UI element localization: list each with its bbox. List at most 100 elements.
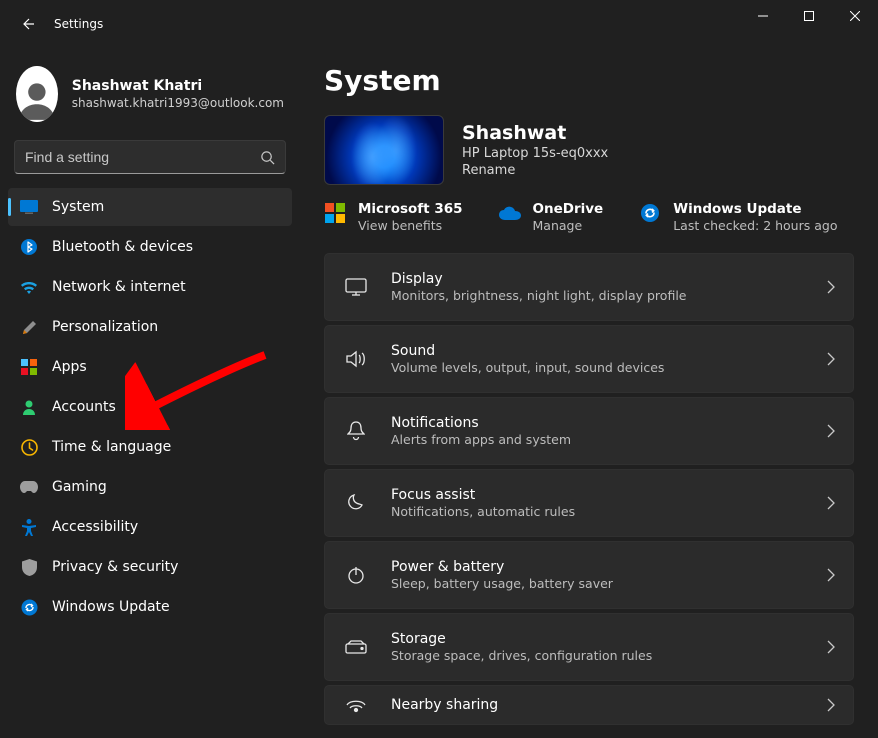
sidebar-item-label: Personalization: [52, 319, 158, 335]
row-title: Storage: [391, 631, 827, 647]
brush-icon: [20, 318, 38, 336]
sidebar-item-label: Accessibility: [52, 519, 138, 535]
settings-list: Display Monitors, brightness, night ligh…: [324, 253, 854, 725]
row-title: Power & battery: [391, 559, 827, 575]
gamepad-icon: [20, 478, 38, 496]
moon-icon: [343, 490, 369, 516]
row-power-battery[interactable]: Power & battery Sleep, battery usage, ba…: [324, 541, 854, 609]
sidebar-item-apps[interactable]: Apps: [8, 348, 292, 386]
service-title: Microsoft 365: [358, 201, 463, 217]
row-notifications[interactable]: Notifications Alerts from apps and syste…: [324, 397, 854, 465]
sidebar-item-network[interactable]: Network & internet: [8, 268, 292, 306]
row-title: Sound: [391, 343, 827, 359]
sidebar-item-label: Bluetooth & devices: [52, 239, 193, 255]
sidebar-item-accounts[interactable]: Accounts: [8, 388, 292, 426]
row-display[interactable]: Display Monitors, brightness, night ligh…: [324, 253, 854, 321]
window-controls: [740, 0, 878, 32]
bell-icon: [343, 418, 369, 444]
device-model: HP Laptop 15s-eq0xxx: [462, 146, 608, 161]
row-title: Notifications: [391, 415, 827, 431]
drive-icon: [343, 634, 369, 660]
nav: System Bluetooth & devices Network & int…: [8, 188, 292, 626]
page-title: System: [324, 64, 854, 97]
row-sub: Volume levels, output, input, sound devi…: [391, 360, 827, 375]
back-button[interactable]: [16, 12, 40, 36]
row-sub: Storage space, drives, configuration rul…: [391, 648, 827, 663]
system-icon: [20, 198, 38, 216]
row-nearby-sharing[interactable]: Nearby sharing: [324, 685, 854, 725]
main: System Shashwat HP Laptop 15s-eq0xxx Ren…: [300, 48, 878, 738]
row-sound[interactable]: Sound Volume levels, output, input, soun…: [324, 325, 854, 393]
search-icon: [260, 150, 275, 165]
desktop-preview[interactable]: [324, 115, 444, 185]
sidebar-item-time-language[interactable]: Time & language: [8, 428, 292, 466]
services-row: Microsoft 365 View benefits OneDrive Man…: [324, 201, 854, 233]
minimize-button[interactable]: [740, 0, 786, 32]
service-windows-update[interactable]: Windows Update Last checked: 2 hours ago: [639, 201, 837, 233]
monitor-icon: [343, 274, 369, 300]
sidebar-item-privacy[interactable]: Privacy & security: [8, 548, 292, 586]
maximize-button[interactable]: [786, 0, 832, 32]
device-block: Shashwat HP Laptop 15s-eq0xxx Rename: [324, 115, 854, 185]
row-sub: Monitors, brightness, night light, displ…: [391, 288, 827, 303]
sidebar: Shashwat Khatri shashwat.khatri1993@outl…: [0, 48, 300, 738]
sidebar-item-system[interactable]: System: [8, 188, 292, 226]
sidebar-item-label: Windows Update: [52, 599, 170, 615]
microsoft-365-icon: [324, 202, 346, 224]
user-name: Shashwat Khatri: [72, 78, 284, 94]
power-icon: [343, 562, 369, 588]
chevron-right-icon: [827, 640, 835, 654]
wifi-icon: [20, 278, 38, 296]
row-title: Display: [391, 271, 827, 287]
service-title: Windows Update: [673, 201, 837, 217]
sidebar-item-label: Accounts: [52, 399, 116, 415]
sidebar-item-bluetooth[interactable]: Bluetooth & devices: [8, 228, 292, 266]
search-input[interactable]: [25, 149, 260, 165]
service-sub: View benefits: [358, 218, 463, 233]
person-icon: [20, 398, 38, 416]
shield-icon: [20, 558, 38, 576]
apps-icon: [20, 358, 38, 376]
service-title: OneDrive: [533, 201, 604, 217]
sidebar-item-gaming[interactable]: Gaming: [8, 468, 292, 506]
row-storage[interactable]: Storage Storage space, drives, configura…: [324, 613, 854, 681]
bluetooth-icon: [20, 238, 38, 256]
clock-globe-icon: [20, 438, 38, 456]
service-sub: Manage: [533, 218, 604, 233]
rename-link[interactable]: Rename: [462, 163, 608, 178]
update-icon: [20, 598, 38, 616]
windows-update-icon: [639, 202, 661, 224]
sidebar-item-label: Time & language: [52, 439, 171, 455]
sidebar-item-windows-update[interactable]: Windows Update: [8, 588, 292, 626]
row-focus-assist[interactable]: Focus assist Notifications, automatic ru…: [324, 469, 854, 537]
sidebar-item-label: System: [52, 199, 104, 215]
chevron-right-icon: [827, 352, 835, 366]
chevron-right-icon: [827, 280, 835, 294]
service-onedrive[interactable]: OneDrive Manage: [499, 201, 604, 233]
row-sub: Notifications, automatic rules: [391, 504, 827, 519]
sidebar-item-label: Privacy & security: [52, 559, 178, 575]
row-sub: Sleep, battery usage, battery saver: [391, 576, 827, 591]
chevron-right-icon: [827, 424, 835, 438]
row-sub: Alerts from apps and system: [391, 432, 827, 447]
accessibility-icon: [20, 518, 38, 536]
chevron-right-icon: [827, 568, 835, 582]
close-button[interactable]: [832, 0, 878, 32]
speaker-icon: [343, 346, 369, 372]
chevron-right-icon: [827, 496, 835, 510]
sidebar-item-personalization[interactable]: Personalization: [8, 308, 292, 346]
sidebar-item-accessibility[interactable]: Accessibility: [8, 508, 292, 546]
window-title: Settings: [54, 17, 103, 31]
user-block[interactable]: Shashwat Khatri shashwat.khatri1993@outl…: [8, 48, 292, 140]
search-box[interactable]: [14, 140, 286, 174]
service-sub: Last checked: 2 hours ago: [673, 218, 837, 233]
sidebar-item-label: Gaming: [52, 479, 107, 495]
sidebar-item-label: Apps: [52, 359, 87, 375]
service-microsoft365[interactable]: Microsoft 365 View benefits: [324, 201, 463, 233]
sidebar-item-label: Network & internet: [52, 279, 186, 295]
share-icon: [343, 692, 369, 718]
user-email: shashwat.khatri1993@outlook.com: [72, 96, 284, 110]
device-name: Shashwat: [462, 122, 608, 144]
chevron-right-icon: [827, 698, 835, 712]
row-title: Focus assist: [391, 487, 827, 503]
